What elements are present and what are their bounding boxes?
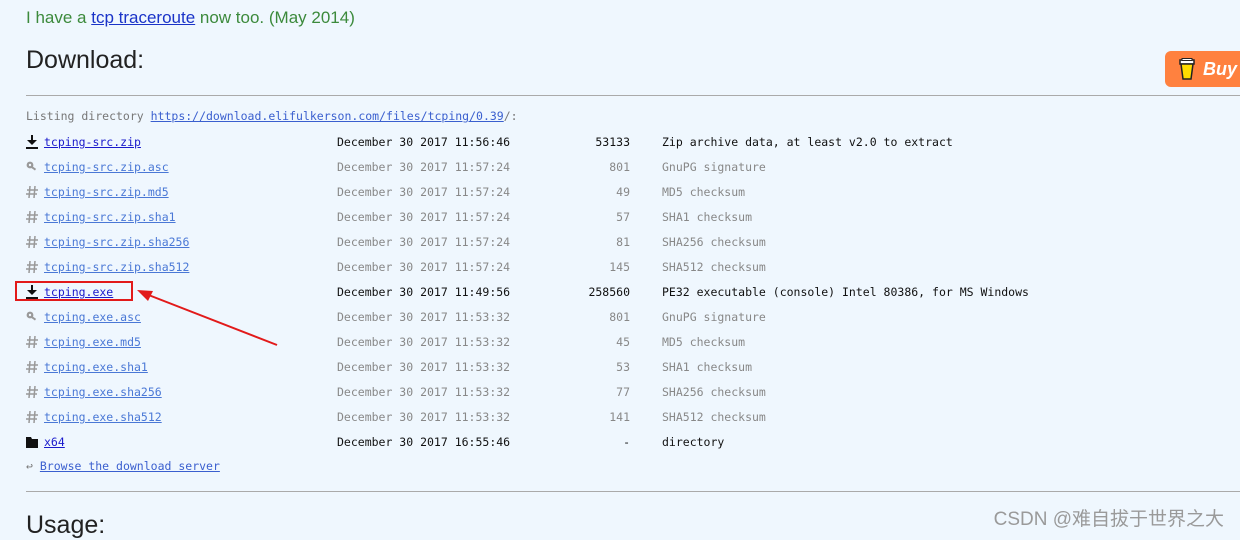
- watermark: CSDN @难自拔于世界之大: [993, 509, 1224, 530]
- divider-bottom: [26, 491, 1240, 492]
- return-arrow-icon: ↩: [26, 459, 33, 473]
- browse-server-line: ↩ Browse the download server: [26, 459, 220, 473]
- annotation-arrow: [137, 290, 278, 346]
- browse-download-server-link[interactable]: Browse the download server: [40, 459, 220, 473]
- usage-heading: Usage:: [26, 511, 106, 539]
